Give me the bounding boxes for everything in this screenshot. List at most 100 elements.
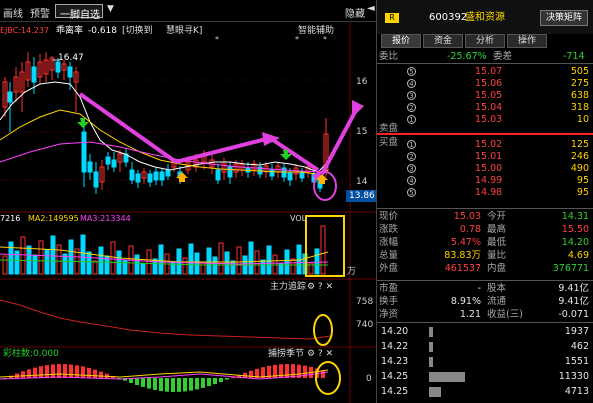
histogram-bar: [225, 378, 229, 380]
ask-price[interactable]: 15.06: [475, 79, 502, 89]
histogram-bar: [141, 378, 145, 387]
stat-v1: -: [477, 283, 481, 294]
tab-operation[interactable]: 操作: [507, 34, 547, 48]
tab-quote[interactable]: 报价: [381, 34, 421, 48]
histogram-bar: [171, 378, 175, 392]
volume-bar: [50, 235, 56, 275]
ma5-line: [0, 81, 329, 173]
quote-v1: 15.03: [453, 211, 481, 222]
volume-bar: [284, 249, 290, 275]
ask-price[interactable]: 15.04: [475, 103, 502, 113]
quote-l1: 总量: [379, 250, 399, 261]
candle-body: [153, 171, 159, 181]
ask-price[interactable]: 15.07: [475, 67, 502, 77]
tick-volume: 1937: [564, 326, 589, 337]
sub1-settings-icon[interactable]: ⚙ ? ✕: [307, 283, 333, 292]
alert-button[interactable]: 预警: [30, 5, 50, 20]
histogram-bar: [195, 378, 199, 390]
season-line-1: [0, 369, 329, 378]
highlight-circle-sub1: [313, 314, 333, 346]
stat-v2: -0.071: [558, 309, 589, 320]
bid-price[interactable]: 14.98: [475, 188, 502, 198]
quote-l2: 内盘: [487, 263, 507, 274]
bid-price[interactable]: 14.99: [475, 176, 502, 186]
quote-v2: 14.20: [561, 237, 589, 248]
level-circle-icon: 5: [407, 67, 416, 76]
tab-analysis[interactable]: 分析: [465, 34, 505, 48]
ask-price[interactable]: 15.03: [475, 115, 502, 125]
histogram-bar: [99, 371, 103, 378]
quote-v1: 0.78: [459, 224, 481, 235]
candle-body: [55, 61, 61, 73]
level-circle-icon: 1: [407, 140, 416, 149]
volume-bar: [56, 244, 62, 275]
volume-bar: [110, 241, 116, 275]
r-badge: R: [385, 13, 399, 23]
volume-bar: [206, 247, 212, 275]
tick-time: 14.23: [381, 356, 409, 367]
trend-arrow-down-left: [78, 92, 178, 164]
bid-price[interactable]: 15.00: [475, 164, 502, 174]
histogram-bar: [285, 364, 289, 378]
stat-l2: 股本: [487, 283, 507, 294]
period-select[interactable]: 一脚自选: [55, 4, 103, 21]
tick-time: 14.25: [381, 371, 409, 382]
candle-body: [93, 171, 99, 188]
hide-button[interactable]: 隐藏: [345, 5, 365, 20]
sub2-settings-icon[interactable]: ⚙ ? ✕: [307, 350, 333, 359]
ask-price[interactable]: 15.05: [475, 91, 502, 101]
quote-l2: 最高: [487, 224, 507, 235]
candle-body: [7, 91, 13, 103]
decision-matrix-button[interactable]: 决策矩阵: [540, 10, 588, 26]
quote-v1: 461537: [444, 263, 481, 274]
histogram-bar: [45, 365, 49, 378]
histogram-bar: [87, 367, 91, 378]
level-circle-icon: 5: [407, 188, 416, 197]
tick-time: 14.25: [381, 386, 409, 397]
candle-body: [147, 173, 153, 183]
candle-body: [299, 171, 305, 179]
candle-body: [165, 169, 171, 177]
histogram-bar: [33, 367, 37, 378]
histogram-bar: [213, 378, 217, 385]
bid-price[interactable]: 15.02: [475, 140, 502, 150]
stat-l2: 流通: [487, 296, 507, 307]
candle-body: [81, 131, 87, 173]
volume-bar: [86, 251, 92, 275]
dropdown-icon[interactable]: ▼: [107, 4, 114, 14]
histogram-bar: [303, 365, 307, 378]
histogram-bar: [219, 378, 223, 382]
quote-v1: 5.47%: [450, 237, 481, 248]
volume-bar: [236, 246, 242, 275]
quote-header: R 600392 盛和资源 决策矩阵: [377, 0, 593, 34]
level-circle-icon: 3: [407, 164, 416, 173]
tick-volume-bar: [429, 342, 433, 352]
bid-price[interactable]: 15.01: [475, 152, 502, 162]
tab-funds[interactable]: 资金: [423, 34, 463, 48]
vol-left-value: 7216: [0, 214, 21, 223]
price-tick-14: 14: [356, 177, 368, 187]
candle-body: [135, 173, 141, 183]
kline-chart: * * *: [0, 22, 376, 403]
quote-v2: 376771: [552, 263, 589, 274]
candle-body: [227, 166, 233, 178]
stat-v2: 9.41亿: [558, 296, 589, 307]
histogram-bar: [93, 369, 97, 378]
bid-volume: 490: [570, 163, 589, 174]
quote-l1: 涨跌: [379, 224, 399, 235]
volume-bar: [98, 246, 104, 275]
bid-volume: 125: [570, 139, 589, 150]
draw-line-button[interactable]: 画线: [3, 5, 23, 20]
ask-volume: 10: [576, 114, 589, 125]
quote-l2: 量比: [487, 250, 507, 261]
quote-l2: 最低: [487, 237, 507, 248]
tick-volume: 462: [570, 341, 589, 352]
histogram-bar: [165, 378, 169, 392]
sub1-tick-740: 740: [356, 320, 374, 330]
candle-body: [159, 171, 165, 181]
quote-l1: 现价: [379, 211, 399, 222]
volume-bar: [44, 249, 50, 275]
quote-v2: 15.50: [561, 224, 589, 235]
close-panel-icon[interactable]: ◄: [367, 3, 375, 14]
highlight-circle-sub2: [315, 361, 341, 395]
